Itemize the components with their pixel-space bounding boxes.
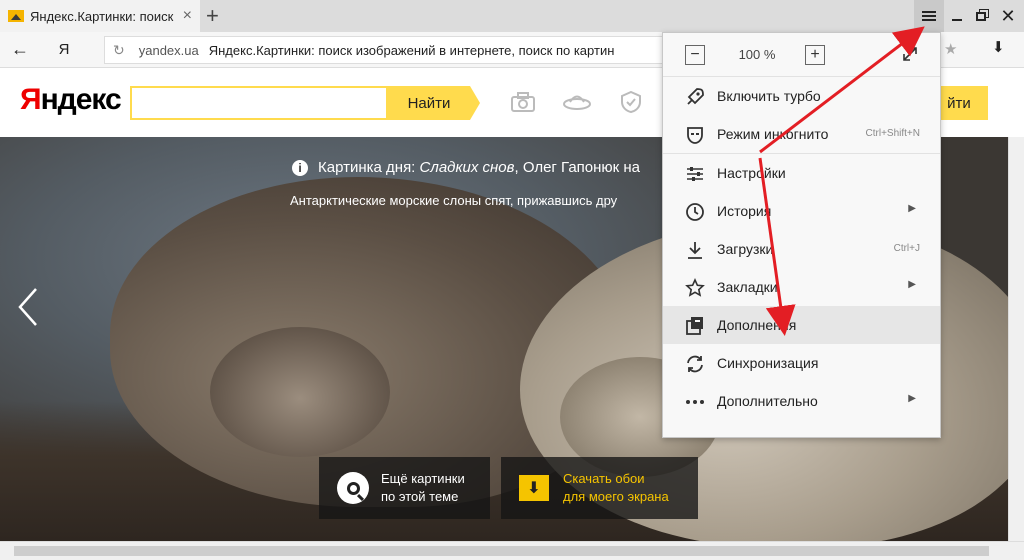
menu-item-downloads[interactable]: Загрузки Ctrl+J	[663, 230, 940, 268]
url-domain: yandex.ua	[138, 42, 199, 58]
bookmark-star-icon[interactable]: ★	[944, 40, 957, 58]
zoom-out-button[interactable]: −	[685, 45, 705, 65]
shield-icon[interactable]	[618, 90, 644, 114]
downloads-icon[interactable]: ⬇	[992, 38, 1005, 56]
vertical-scrollbar[interactable]	[1008, 137, 1024, 541]
addons-icon	[685, 316, 705, 336]
rocket-icon	[685, 87, 705, 107]
more-pictures-button[interactable]: Ещё картинки по этой теме	[319, 457, 490, 519]
incognito-shortcut: Ctrl+Shift+N	[865, 128, 920, 139]
info-icon[interactable]: i	[292, 159, 308, 176]
submenu-arrow-icon: ▶	[908, 393, 916, 404]
menu-item-history[interactable]: История ▶	[663, 192, 940, 230]
browser-menu-button[interactable]	[914, 0, 944, 32]
menu-item-more[interactable]: Дополнительно ▶	[663, 382, 940, 420]
menu-group-main: Настройки История ▶ Загрузки Ctrl+J Закл…	[663, 154, 940, 420]
sync-icon	[685, 354, 705, 374]
download-wallpaper-button[interactable]: ⬇ Скачать обои для моего экрана	[501, 457, 698, 519]
settings-sliders-icon	[685, 164, 705, 184]
url-field[interactable]: ↻ yandex.ua Яндекс.Картинки: поиск изобр…	[104, 36, 724, 64]
yandex-home-button[interactable]: Я	[40, 41, 88, 58]
download-icon	[685, 240, 705, 260]
download-icon: ⬇	[519, 475, 549, 501]
menu-item-addons[interactable]: Дополнения	[663, 306, 940, 344]
clock-icon	[685, 202, 705, 222]
back-button[interactable]: ←	[0, 39, 40, 60]
yandex-images-favicon-icon	[8, 10, 24, 22]
tab-close-icon[interactable]: ×	[183, 7, 192, 25]
submenu-arrow-icon: ▶	[908, 203, 916, 214]
incognito-mask-icon	[685, 125, 705, 145]
horizontal-scroll-thumb[interactable]	[14, 546, 989, 556]
browser-menu: − 100 % + Включить турбо Режим инкогнито…	[662, 32, 941, 438]
menu-group-modes: Включить турбо Режим инкогнито Ctrl+Shif…	[663, 77, 940, 154]
hamburger-icon	[922, 15, 936, 17]
minimize-button[interactable]	[946, 0, 968, 32]
star-icon	[685, 278, 705, 298]
browser-tab[interactable]: Яндекс.Картинки: поиск ×	[0, 0, 200, 32]
zoom-level: 100 %	[738, 47, 776, 62]
picture-caption: i Картинка дня: Сладких снов, Олег Гапон…	[292, 159, 640, 176]
horizontal-scrollbar[interactable]	[0, 541, 1024, 560]
minimize-icon	[952, 19, 962, 21]
new-tab-button[interactable]: +	[206, 3, 219, 29]
search-input[interactable]	[130, 86, 388, 120]
elephant-seal-dark-face	[210, 327, 390, 457]
downloads-shortcut: Ctrl+J	[893, 243, 920, 254]
menu-item-sync[interactable]: Синхронизация	[663, 344, 940, 382]
reload-icon[interactable]: ↻	[113, 42, 125, 59]
restore-icon	[976, 11, 986, 21]
submenu-arrow-icon: ▶	[908, 279, 916, 290]
zoom-row: − 100 % +	[663, 33, 940, 77]
camera-icon[interactable]	[510, 91, 536, 113]
menu-item-bookmarks[interactable]: Закладки ▶	[663, 268, 940, 306]
restore-button[interactable]	[970, 0, 992, 32]
menu-item-turbo[interactable]: Включить турбо	[663, 77, 940, 115]
tab-title: Яндекс.Картинки: поиск	[30, 8, 174, 24]
fullscreen-icon[interactable]	[901, 45, 919, 63]
zoom-in-button[interactable]: +	[805, 45, 825, 65]
more-dots-icon	[685, 392, 705, 412]
menu-item-settings[interactable]: Настройки	[663, 154, 940, 192]
menu-item-incognito[interactable]: Режим инкогнито Ctrl+Shift+N	[663, 115, 940, 153]
url-page-title: Яндекс.Картинки: поиск изображений в инт…	[208, 42, 615, 58]
magnifier-icon	[337, 472, 369, 504]
search-button[interactable]: Найти	[388, 86, 480, 120]
tab-bar: Яндекс.Картинки: поиск × + ✕	[0, 0, 1024, 32]
ufo-icon[interactable]	[562, 91, 591, 113]
yandex-logo[interactable]: Яндекс	[20, 83, 122, 117]
close-window-button[interactable]: ✕	[996, 0, 1020, 32]
previous-picture-arrow-icon[interactable]	[16, 287, 40, 327]
picture-description: Антарктические морские слоны спят, прижа…	[290, 193, 618, 208]
